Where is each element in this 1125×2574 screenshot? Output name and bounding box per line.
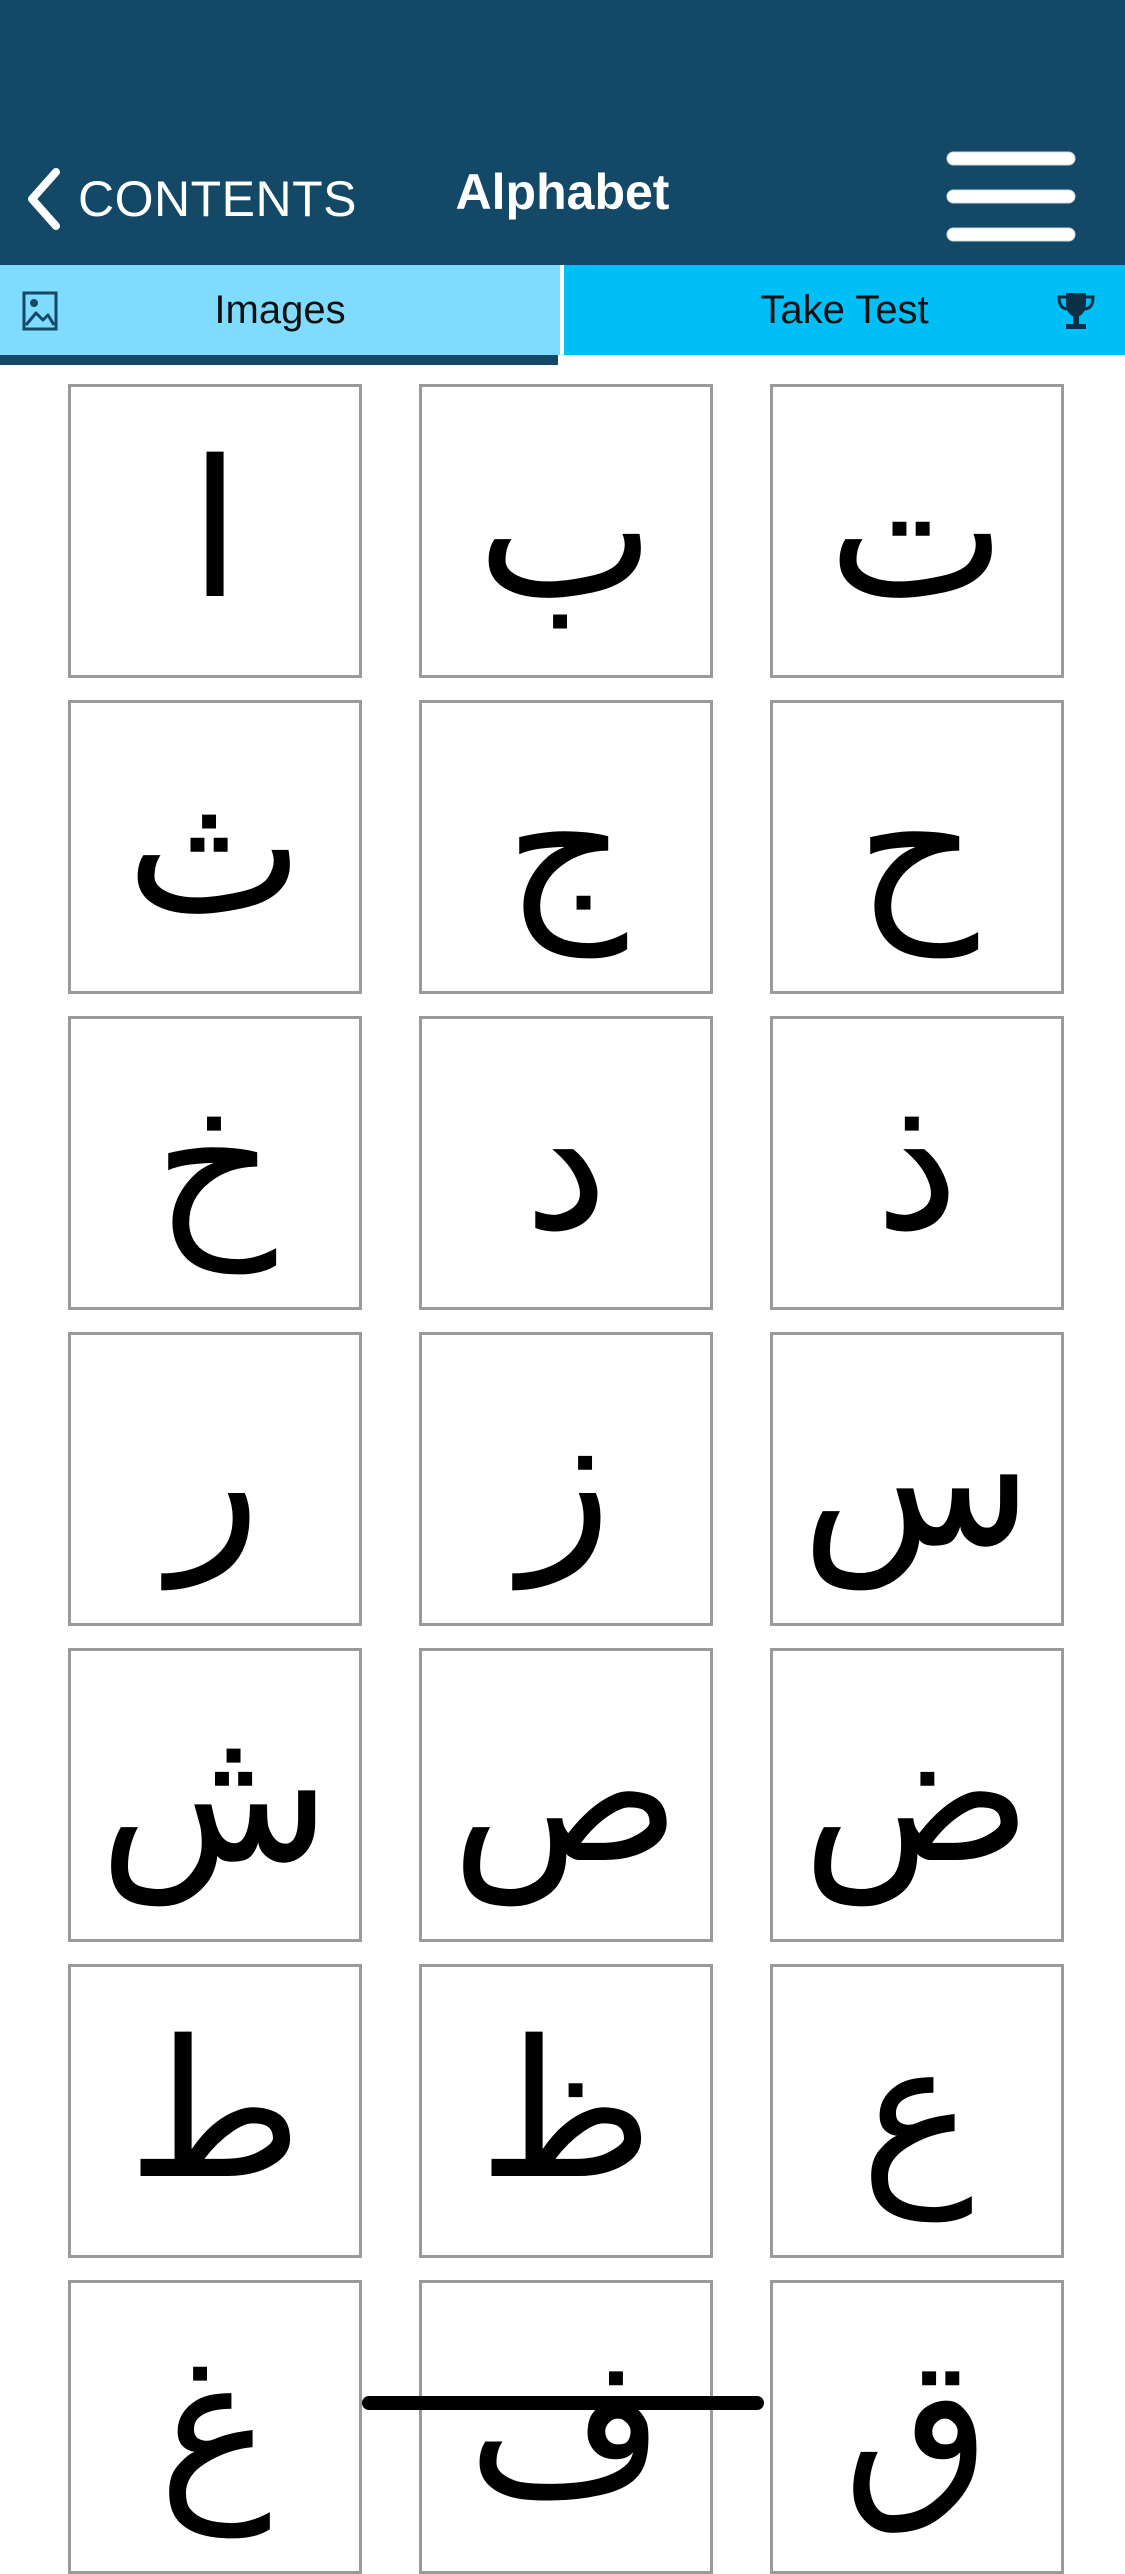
letter-cell[interactable]: ج <box>419 700 713 994</box>
letter-cell[interactable]: ص <box>419 1648 713 1942</box>
selected-tab-indicator <box>0 355 558 365</box>
hamburger-menu-icon <box>946 151 1076 242</box>
letter-cell[interactable]: ش <box>68 1648 362 1942</box>
back-button[interactable]: CONTENTS <box>22 160 357 238</box>
menu-button[interactable] <box>945 148 1077 248</box>
letter-cell[interactable]: ظ <box>419 1964 713 2258</box>
letter-cell[interactable]: ر <box>68 1332 362 1626</box>
tab-take-test[interactable]: Take Test <box>564 265 1125 355</box>
letter-cell[interactable]: د <box>419 1016 713 1310</box>
chevron-left-icon <box>28 168 60 230</box>
letter-cell[interactable]: ت <box>770 384 1064 678</box>
letter-cell[interactable]: ز <box>419 1332 713 1626</box>
tab-bar: Images Take Test <box>0 265 1125 365</box>
letter-grid: ابت ثجح خدذ رزس شصض طظع غفق <box>0 365 1125 2574</box>
letter-cell[interactable]: ط <box>68 1964 362 2258</box>
tab-take-test-label: Take Test <box>760 287 929 332</box>
letter-cell[interactable]: س <box>770 1332 1064 1626</box>
home-indicator[interactable] <box>362 2396 764 2410</box>
letter-cell[interactable]: خ <box>68 1016 362 1310</box>
letter-cell[interactable]: ح <box>770 700 1064 994</box>
page-title: Alphabet <box>455 164 670 220</box>
letter-cell[interactable]: ض <box>770 1648 1064 1942</box>
letter-cell[interactable]: ا <box>68 384 362 678</box>
back-button-label: CONTENTS <box>78 171 357 227</box>
tab-images[interactable]: Images <box>0 265 560 355</box>
letter-cell[interactable]: ث <box>68 700 362 994</box>
image-icon <box>22 291 58 331</box>
letter-cell[interactable]: ذ <box>770 1016 1064 1310</box>
letter-cell[interactable]: ف <box>419 2280 713 2574</box>
letter-cell[interactable]: ق <box>770 2280 1064 2574</box>
trophy-icon <box>1057 293 1095 329</box>
letter-cell[interactable]: ب <box>419 384 713 678</box>
tab-images-label: Images <box>214 287 346 332</box>
navigation-bar: CONTENTS Alphabet <box>0 0 1125 265</box>
letter-cell[interactable]: ع <box>770 1964 1064 2258</box>
letter-cell[interactable]: غ <box>68 2280 362 2574</box>
